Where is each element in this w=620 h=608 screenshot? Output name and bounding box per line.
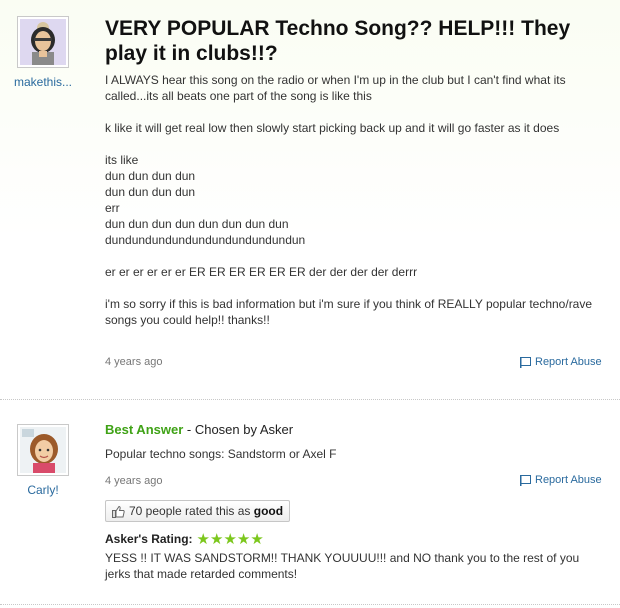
report-abuse-label: Report Abuse — [535, 356, 602, 368]
best-answer-label: Best Answer — [105, 422, 184, 437]
answerer-avatar[interactable] — [17, 424, 69, 476]
section-divider — [0, 399, 620, 400]
asker-comment: YESS !! IT WAS SANDSTORM!! THANK YOUUUU!… — [105, 551, 580, 581]
answer-timestamp: 4 years ago — [105, 475, 163, 487]
flag-icon — [520, 356, 531, 368]
report-abuse-label: Report Abuse — [535, 474, 602, 486]
answerer-avatar-image — [20, 427, 66, 473]
question-line: dun dun dun dun — [105, 169, 196, 183]
thumbs-up-icon — [112, 505, 125, 518]
question-line: err — [105, 201, 120, 215]
question-paragraph: er er er er er er ER ER ER ER ER ER der … — [105, 265, 418, 279]
asker-avatar[interactable] — [17, 16, 69, 68]
question-line: dun dun dun dun dun dun dun dun — [105, 217, 289, 231]
answerer-name[interactable]: Carly! — [8, 483, 78, 497]
rated-good-label: good — [253, 504, 284, 518]
question-line: dun dun dun dun — [105, 185, 196, 199]
answer-text: Popular techno songs: Sandstorm or Axel … — [105, 447, 337, 461]
question-report-abuse-link[interactable]: Report Abuse — [520, 356, 602, 368]
question-paragraph: I ALWAYS hear this song on the radio or … — [105, 73, 566, 103]
asker-name[interactable]: makethis... — [8, 75, 78, 89]
star-rating-icon: ★★★★★ — [196, 531, 264, 548]
asker-rating-label: Asker's Rating: — [105, 532, 193, 546]
question-line: its like — [105, 153, 139, 167]
question-title: VERY POPULAR Techno Song?? HELP!!! They … — [105, 17, 571, 65]
best-answer-heading: Best Answer - Chosen by Asker — [105, 422, 293, 437]
rated-good-button[interactable]: 70 people rated this as good — [105, 500, 291, 522]
asker-avatar-image — [20, 19, 66, 65]
bottom-divider — [0, 604, 620, 605]
question-paragraph: i'm so sorry if this is bad information … — [105, 297, 593, 327]
question-timestamp: 4 years ago — [105, 356, 163, 368]
answer-report-abuse-link[interactable]: Report Abuse — [520, 474, 602, 486]
question-body: I ALWAYS hear this song on the radio or … — [105, 72, 605, 344]
rated-count-text: 70 people rated this as — [129, 504, 254, 518]
chosen-by-label: - Chosen by Asker — [183, 422, 294, 437]
question-paragraph: k like it will get real low then slowly … — [105, 121, 560, 135]
rated-text: 70 people rated this as good — [129, 504, 283, 518]
flag-icon — [520, 474, 531, 486]
question-line: dundundundundundundundundundun — [105, 233, 306, 247]
question-lines: its like dun dun dun dun dun dun dun dun… — [105, 152, 605, 248]
asker-rating: Asker's Rating: ★★★★★ — [105, 530, 264, 548]
